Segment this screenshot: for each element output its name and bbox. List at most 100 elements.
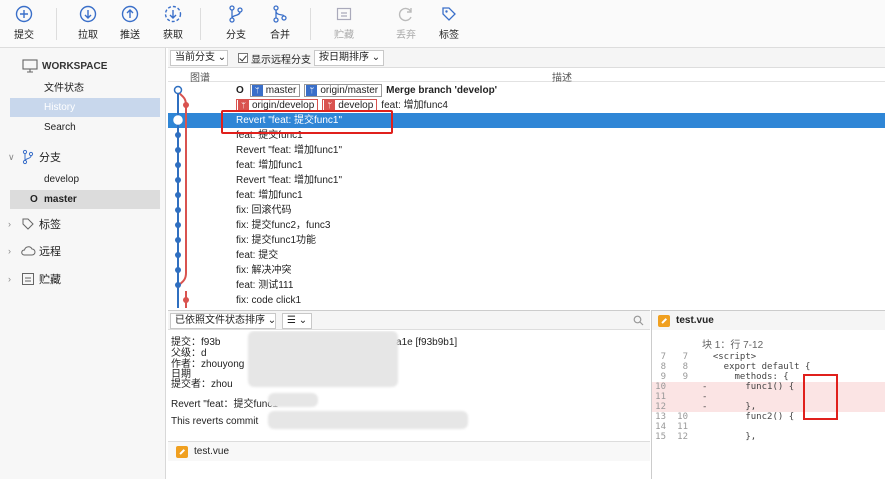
tags-group-label: 标签	[39, 219, 61, 231]
commit-row[interactable]: fix: 提交func1功能	[168, 233, 885, 248]
discard-button[interactable]: 丢弃	[384, 4, 428, 41]
commit-row[interactable]: fix: 回滚代码	[168, 203, 885, 218]
commit-row[interactable]: feat: 提交func1	[168, 128, 885, 143]
branch-tag-origin-master: ᛘ origin/master	[304, 83, 383, 97]
branch-icon	[22, 149, 34, 165]
commit-node	[175, 252, 181, 258]
chevron-right-icon: ›	[8, 246, 11, 256]
old-line-number: 8	[660, 362, 666, 372]
monitor-icon	[22, 59, 38, 73]
stash-button[interactable]: 贮藏	[322, 4, 366, 41]
fetch-label: 获取	[163, 30, 183, 41]
discard-label: 丢弃	[396, 30, 416, 41]
push-button[interactable]: 推送	[108, 4, 152, 41]
sidebar-group-tags[interactable]: › 标签	[8, 214, 61, 234]
toolbar-divider	[310, 8, 311, 40]
fetch-icon	[164, 5, 182, 23]
branch-icon	[229, 5, 243, 23]
toolbar-divider	[200, 8, 201, 40]
redaction-blur	[268, 411, 468, 429]
commit-message-full: Revert "feat：提交func1	[171, 399, 278, 410]
changed-file-row[interactable]: test.vue	[168, 441, 650, 461]
diff-header: test.vue	[651, 310, 885, 330]
diff-line: 8 8 export default {	[652, 362, 885, 372]
sidebar-group-remotes[interactable]: › 远程	[8, 241, 61, 261]
commit-node	[175, 162, 181, 168]
plus-circle-icon	[15, 5, 33, 23]
pull-button[interactable]: 拉取	[66, 4, 110, 41]
commit-node	[173, 115, 183, 125]
commit-message: fix: 解决冲突	[236, 265, 292, 276]
commit-row[interactable]: fix: 解决冲突	[168, 263, 885, 278]
tag-label: origin/develop	[252, 99, 315, 111]
sort-select[interactable]: 按日期排序 ⌄	[314, 50, 384, 66]
fetch-button[interactable]: 获取	[151, 4, 195, 41]
branches-group-label: 分支	[39, 152, 61, 164]
diff-view: 块 1：行 7-12 7 7 <script> 8 8 export default …	[651, 330, 885, 479]
stash-label: 贮藏	[334, 30, 354, 41]
commit-row[interactable]: Revert "feat: 增加func1"	[168, 173, 885, 188]
commit-row[interactable]: ᛘ origin/develop ᛘ develop feat: 增加func4	[168, 98, 885, 113]
branch-tag-master: ᛘ master	[249, 83, 301, 97]
commit-node	[183, 297, 189, 303]
commit-message: feat: 增加func1	[236, 190, 303, 201]
sidebar-item-history[interactable]: History	[10, 98, 160, 117]
commit-node	[175, 207, 181, 213]
modified-file-icon	[658, 314, 670, 327]
branch-button[interactable]: 分支	[214, 4, 258, 41]
search-icon[interactable]	[633, 315, 644, 326]
commit-node	[175, 222, 181, 228]
column-graph: 图谱	[190, 73, 210, 84]
file-sort-value: 已依照文件状态排序	[175, 315, 265, 326]
code-text: - func1() {	[702, 382, 795, 392]
file-sort-select[interactable]: 已依照文件状态排序 ⌄	[170, 313, 276, 329]
push-label: 推送	[120, 30, 140, 41]
modified-file-icon	[176, 445, 188, 458]
tag-button[interactable]: 标签	[427, 4, 471, 41]
commit-node	[175, 192, 181, 198]
sidebar-item-branch-develop[interactable]: develop	[10, 170, 160, 189]
column-desc: 描述	[552, 73, 572, 84]
author-value: zhouyong	[201, 359, 245, 370]
commit-row[interactable]: O ᛘ master ᛘ origin/master Merge branch 'deve…	[168, 83, 885, 98]
branch-filter-select[interactable]: 当前分支 ⌄	[170, 50, 228, 66]
head-marker: O	[236, 85, 244, 96]
stash-icon	[22, 273, 34, 285]
commit-node	[175, 132, 181, 138]
new-line-number: 11	[677, 422, 688, 432]
sidebar-item-file-status[interactable]: 文件状态	[10, 79, 160, 98]
commit-row[interactable]: feat: 增加func1	[168, 158, 885, 173]
code-text: <script>	[702, 352, 757, 362]
commit-row[interactable]: feat: 测试111	[168, 278, 885, 293]
commit-row[interactable]: Revert "feat: 增加func1"	[168, 143, 885, 158]
branch-icon: ᛘ	[251, 84, 263, 96]
branch-icon: ᛘ	[324, 99, 336, 111]
tag-label: develop	[338, 99, 374, 111]
diff-file-name: test.vue	[676, 315, 714, 326]
commit-row[interactable]: fix: 提交func2，func3	[168, 218, 885, 233]
commit-row[interactable]: fix: code click1	[168, 293, 885, 308]
file-name: test.vue	[194, 446, 230, 457]
merge-button[interactable]: 合并	[258, 4, 302, 41]
sidebar-group-stashes[interactable]: › 贮藏	[8, 269, 61, 289]
sidebar-item-branch-master[interactable]: Omaster	[10, 190, 160, 209]
commit-node	[173, 85, 183, 95]
branch-tag-origin-develop: ᛘ origin/develop	[236, 98, 319, 112]
commit-hash: 1a1e [f93b9b1]	[390, 337, 458, 348]
chevron-down-icon: ⌄	[217, 52, 227, 63]
commit-row[interactable]: feat: 提交	[168, 248, 885, 263]
sidebar-group-branches[interactable]: ∨ 分支	[8, 147, 61, 167]
old-line-number: 9	[660, 372, 666, 382]
stashes-group-label: 贮藏	[39, 274, 61, 286]
commit-row-selected[interactable]: Revert "feat: 提交func1"	[168, 113, 885, 128]
view-mode-select[interactable]: ☰ ⌄	[282, 313, 312, 329]
sidebar-item-search[interactable]: Search	[10, 118, 160, 137]
commit-details: 提交：f93b 1a1e [f93b9b1] 父级：d 作者：zhouyong 日…	[168, 331, 650, 439]
new-line-number: 12	[677, 432, 688, 442]
diff-line: 15 12 },	[652, 432, 885, 442]
commit-button[interactable]: 提交	[2, 4, 46, 41]
workspace-header: WORKSPACE	[22, 57, 107, 75]
show-remote-checkbox[interactable]: 显示远程分支	[238, 50, 311, 66]
diff-line: 14 11	[652, 422, 885, 432]
commit-row[interactable]: feat: 增加func1	[168, 188, 885, 203]
